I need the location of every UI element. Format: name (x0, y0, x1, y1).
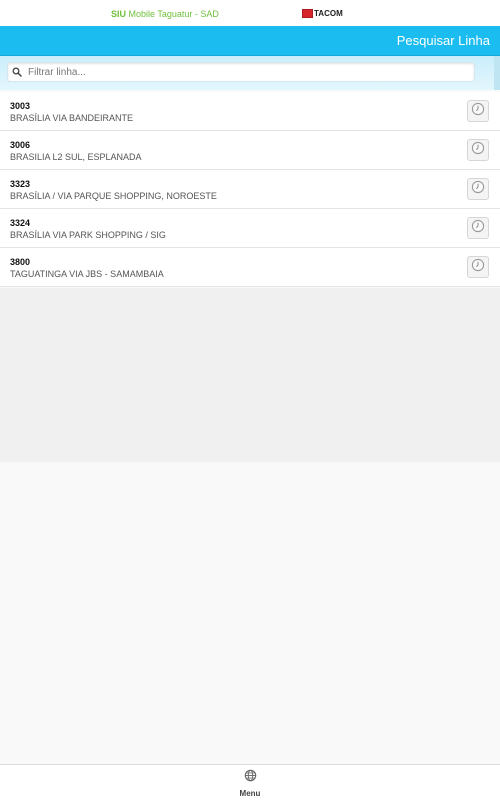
footer-bar: Menu (0, 764, 500, 800)
line-code: 3323 (10, 179, 31, 189)
page-title: Pesquisar Linha (396, 33, 490, 48)
line-list: 3003 BRASÍLIA VIA BANDEIRANTE 3006 BRASI… (0, 92, 500, 287)
menu-button[interactable]: Menu (232, 769, 268, 799)
filter-field[interactable] (7, 62, 475, 82)
line-code: 3006 (10, 140, 31, 150)
clock-icon (471, 258, 485, 277)
line-name: BRASÍLIA VIA PARK SHOPPING / SIG (10, 230, 166, 240)
menu-label: Menu (239, 789, 261, 798)
line-code: 3800 (10, 257, 31, 267)
globe-icon (244, 769, 257, 787)
app-name-prefix: SIU (111, 9, 127, 19)
filter-bar (0, 56, 500, 90)
schedule-button[interactable] (467, 139, 489, 161)
list-item[interactable]: 3324 BRASÍLIA VIA PARK SHOPPING / SIG (0, 209, 500, 248)
line-code: 3324 (10, 218, 31, 228)
list-item[interactable]: 3003 BRASÍLIA VIA BANDEIRANTE (0, 92, 500, 131)
line-name: BRASILIA L2 SUL, ESPLANADA (10, 152, 142, 162)
app-name: SIU Mobile Taguatur - SAD (111, 9, 219, 19)
line-name: BRASÍLIA VIA BANDEIRANTE (10, 113, 134, 123)
top-bar: SIU Mobile Taguatur - SAD TACOM (0, 0, 500, 26)
empty-list-area (0, 288, 500, 462)
page-background (0, 462, 500, 764)
schedule-button[interactable] (467, 217, 489, 239)
line-code: 3003 (10, 101, 31, 111)
list-item[interactable]: 3323 BRASÍLIA / VIA PARQUE SHOPPING, NOR… (0, 170, 500, 209)
line-name: BRASÍLIA / VIA PARQUE SHOPPING, NOROESTE (10, 191, 217, 201)
tacom-logo-text: TACOM (314, 9, 343, 18)
schedule-button[interactable] (467, 178, 489, 200)
app-name-text: Mobile Taguatur - SAD (126, 9, 219, 19)
clock-icon (471, 102, 485, 121)
filter-input[interactable] (28, 64, 468, 80)
clock-icon (471, 141, 485, 160)
schedule-button[interactable] (467, 100, 489, 122)
page-header: Pesquisar Linha (0, 26, 500, 56)
tacom-logo-mark (302, 9, 313, 18)
clock-icon (471, 180, 485, 199)
clock-icon (471, 219, 485, 238)
tacom-logo: TACOM (302, 9, 343, 18)
list-item[interactable]: 3006 BRASILIA L2 SUL, ESPLANADA (0, 131, 500, 170)
schedule-button[interactable] (467, 256, 489, 278)
search-icon (12, 67, 28, 77)
list-item[interactable]: 3800 TAGUATINGA VIA JBS - SAMAMBAIA (0, 248, 500, 287)
line-name: TAGUATINGA VIA JBS - SAMAMBAIA (10, 269, 164, 279)
